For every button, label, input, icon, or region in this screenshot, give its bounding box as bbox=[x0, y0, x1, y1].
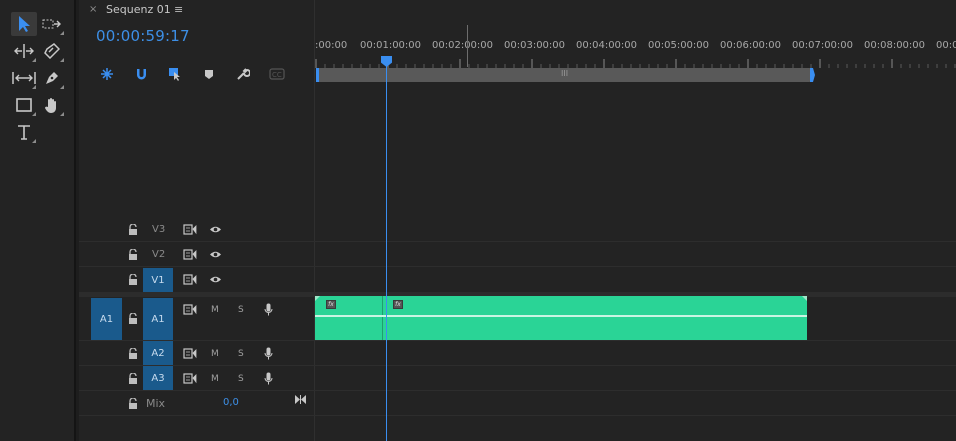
track-header: V3 bbox=[79, 217, 314, 242]
mix-label: Mix bbox=[146, 397, 166, 410]
microphone-icon[interactable] bbox=[264, 372, 273, 385]
zoom-right-handle[interactable] bbox=[810, 68, 815, 82]
solo-button[interactable]: S bbox=[238, 374, 244, 384]
svg-text:CC: CC bbox=[272, 71, 282, 79]
ruler-label: 00:06:00:00 bbox=[720, 40, 782, 51]
track-target-a3[interactable]: A3 bbox=[143, 366, 173, 391]
sync-lock-icon[interactable] bbox=[183, 249, 197, 260]
ruler-marker-line bbox=[467, 25, 468, 67]
track-header: V2 bbox=[79, 242, 314, 267]
track-a2[interactable]: A2 M S bbox=[79, 341, 956, 366]
track-target-a1[interactable]: A1 bbox=[143, 298, 173, 340]
clip-end-corner bbox=[802, 296, 807, 301]
ruler-label: 00:03:00:00 bbox=[504, 40, 566, 51]
playhead-timecode[interactable]: 00:00:59:17 bbox=[96, 27, 190, 45]
sync-lock-icon[interactable] bbox=[183, 274, 197, 285]
sync-lock-icon[interactable] bbox=[183, 304, 197, 315]
lock-icon[interactable] bbox=[128, 348, 138, 359]
mute-button[interactable]: M bbox=[211, 305, 219, 315]
track-v2[interactable]: V2 bbox=[79, 242, 956, 267]
playhead-line[interactable] bbox=[386, 60, 387, 441]
microphone-icon[interactable] bbox=[264, 347, 273, 360]
ruler-label: :00:00 bbox=[315, 40, 348, 51]
track-header: A1 A1 M S bbox=[79, 297, 314, 341]
track-header: V1 bbox=[79, 267, 314, 292]
ruler-label: 00:07:00:00 bbox=[792, 40, 854, 51]
audio-clip[interactable]: fx fx bbox=[315, 296, 807, 340]
zoom-scroll-bar[interactable]: III bbox=[316, 68, 815, 82]
time-ruler[interactable]: :00:00 00:01:00:00 00:02:00:00 00:03:00:… bbox=[315, 36, 956, 68]
sync-lock-icon[interactable] bbox=[183, 373, 197, 384]
zoom-left-handle[interactable] bbox=[316, 68, 319, 82]
mix-volume-value[interactable]: 0,0 bbox=[223, 397, 239, 408]
timeline-tab[interactable]: × Sequenz 01 ≡ bbox=[79, 0, 956, 22]
track-header: A3 M S bbox=[79, 366, 314, 391]
eye-icon[interactable] bbox=[209, 275, 222, 284]
track-a3[interactable]: A3 M S bbox=[79, 366, 956, 391]
pen-tool-icon[interactable] bbox=[39, 66, 65, 90]
fx-badge-icon[interactable]: fx bbox=[393, 300, 403, 309]
linked-selection-icon[interactable] bbox=[165, 64, 185, 84]
track-mix[interactable]: Mix 0,0 bbox=[79, 391, 956, 416]
close-tab-icon[interactable]: × bbox=[89, 4, 97, 15]
add-marker-icon[interactable] bbox=[199, 64, 219, 84]
ruler-label: 00:01:00:00 bbox=[360, 40, 422, 51]
track-v1[interactable]: V1 bbox=[79, 267, 956, 292]
sequence-title[interactable]: Sequenz 01 bbox=[106, 3, 171, 16]
solo-button[interactable]: S bbox=[238, 349, 244, 359]
track-header: Mix 0,0 bbox=[79, 391, 314, 416]
ruler-label: 00:05:00:00 bbox=[648, 40, 710, 51]
clip-edit-point[interactable] bbox=[382, 296, 383, 340]
track-target-a2[interactable]: A2 bbox=[143, 341, 173, 366]
sync-lock-icon[interactable] bbox=[183, 348, 197, 359]
eye-icon[interactable] bbox=[209, 250, 222, 259]
lock-icon[interactable] bbox=[128, 224, 138, 235]
hand-tool-icon[interactable] bbox=[39, 93, 65, 117]
nest-sequence-icon[interactable] bbox=[97, 64, 117, 84]
premiere-window: × Sequenz 01 ≡ 00:00:59:17 CC :00:00 00:… bbox=[0, 0, 956, 441]
track-label: V3 bbox=[152, 224, 166, 235]
volume-rubber-band[interactable] bbox=[315, 315, 807, 317]
track-label: V2 bbox=[152, 249, 166, 260]
track-v3[interactable]: V3 bbox=[79, 217, 956, 242]
lock-icon[interactable] bbox=[128, 313, 138, 324]
slip-tool-icon[interactable] bbox=[11, 66, 37, 90]
ruler-label: 00:02:00:00 bbox=[432, 40, 494, 51]
sync-lock-icon[interactable] bbox=[183, 224, 197, 235]
solo-button[interactable]: S bbox=[238, 305, 244, 315]
razor-tool-icon[interactable] bbox=[39, 39, 65, 63]
captions-cc-icon[interactable]: CC bbox=[267, 64, 287, 84]
timeline-settings-wrench-icon[interactable] bbox=[233, 64, 253, 84]
rectangle-tool-icon[interactable] bbox=[11, 93, 37, 117]
ruler-ticks bbox=[315, 59, 956, 68]
ruler-label: 00:08:00:00 bbox=[864, 40, 926, 51]
microphone-icon[interactable] bbox=[264, 303, 273, 316]
eye-icon[interactable] bbox=[209, 225, 222, 234]
mute-button[interactable]: M bbox=[211, 374, 219, 384]
go-to-point-icon[interactable] bbox=[294, 394, 307, 405]
snap-magnet-icon[interactable] bbox=[131, 64, 151, 84]
mute-button[interactable]: M bbox=[211, 349, 219, 359]
timeline-panel: × Sequenz 01 ≡ 00:00:59:17 CC :00:00 00:… bbox=[79, 0, 956, 441]
lock-icon[interactable] bbox=[128, 249, 138, 260]
lock-icon[interactable] bbox=[128, 274, 138, 285]
ripple-edit-tool-icon[interactable] bbox=[11, 39, 37, 63]
type-tool-icon[interactable] bbox=[11, 120, 37, 144]
fx-badge-icon[interactable]: fx bbox=[326, 300, 336, 309]
panel-menu-icon[interactable]: ≡ bbox=[174, 3, 183, 16]
zoom-grip-icon[interactable]: III bbox=[561, 69, 568, 78]
track-select-forward-icon[interactable] bbox=[39, 12, 65, 36]
clip-start-corner bbox=[315, 296, 320, 301]
ruler-label: 00:0 bbox=[936, 40, 956, 51]
track-header: A2 M S bbox=[79, 341, 314, 366]
source-patch-a1[interactable]: A1 bbox=[91, 298, 122, 340]
track-divider bbox=[79, 415, 956, 416]
ruler-label: 00:04:00:00 bbox=[576, 40, 638, 51]
lock-icon[interactable] bbox=[128, 373, 138, 384]
lock-icon[interactable] bbox=[128, 398, 138, 409]
selection-tool-icon[interactable] bbox=[11, 12, 37, 36]
tools-panel bbox=[0, 0, 76, 441]
track-target-v1[interactable]: V1 bbox=[143, 268, 173, 292]
